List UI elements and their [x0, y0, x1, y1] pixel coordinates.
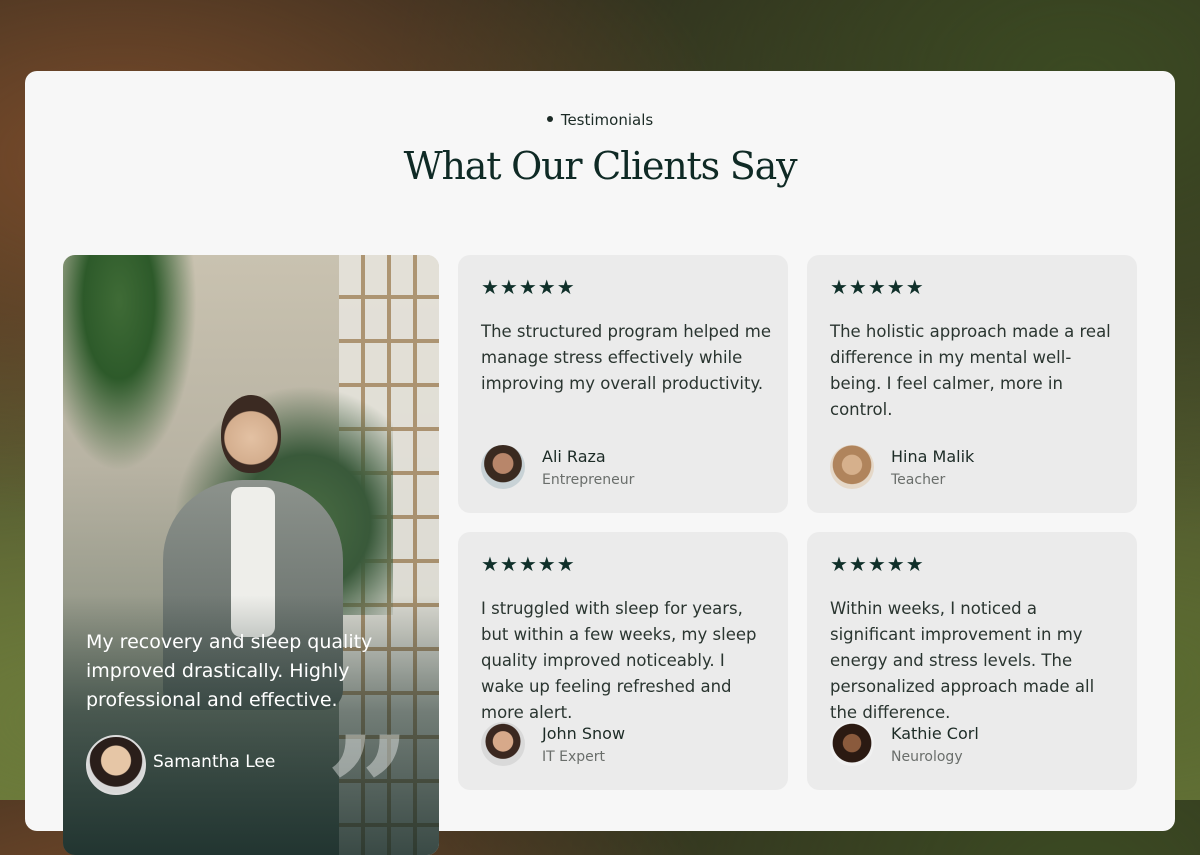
- testimonial-quote: The holistic approach made a real differ…: [830, 322, 1111, 419]
- client-name: Hina Malik: [891, 447, 975, 466]
- star-rating: ★★★★★: [830, 552, 925, 576]
- client-name: Kathie Corl: [891, 724, 979, 743]
- avatar: [481, 722, 525, 766]
- section-title: What Our Clients Say: [403, 144, 798, 188]
- client-name: Ali Raza: [542, 447, 606, 466]
- avatar: [830, 445, 874, 489]
- testimonial-card: ★★★★★ The structured program helped me m…: [458, 255, 788, 513]
- featured-avatar: [86, 735, 146, 795]
- eyebrow-label: Testimonials: [560, 111, 654, 129]
- client-name: John Snow: [542, 724, 626, 743]
- star-rating: ★★★★★: [481, 552, 576, 576]
- section-eyebrow: Testimonials: [25, 111, 1175, 129]
- featured-quote: My recovery and sleep quality improved d…: [86, 631, 373, 711]
- testimonial-card: ★★★★★ The holistic approach made a real …: [807, 255, 1137, 513]
- client-role: Teacher: [891, 472, 946, 488]
- quote-icon: ”: [325, 704, 412, 855]
- avatar: [830, 722, 874, 766]
- avatar: [481, 445, 525, 489]
- star-rating: ★★★★★: [830, 275, 925, 299]
- client-role: Entrepreneur: [542, 472, 635, 488]
- client-role: IT Expert: [542, 749, 606, 765]
- client-role: Neurology: [891, 749, 963, 765]
- meditating-woman-head: [221, 395, 281, 473]
- testimonials-panel: Testimonials What Our Clients Say My rec…: [25, 71, 1175, 855]
- testimonial-card: ★★★★★ Within weeks, I noticed a signific…: [807, 532, 1137, 790]
- testimonial-quote: I struggled with sleep for years, but wi…: [481, 599, 757, 722]
- testimonial-card: ★★★★★ I struggled with sleep for years, …: [458, 532, 788, 790]
- star-rating: ★★★★★: [481, 275, 576, 299]
- bullet-dot-icon: [546, 115, 553, 122]
- featured-testimonial: My recovery and sleep quality improved d…: [63, 255, 439, 855]
- featured-name: Samantha Lee: [153, 752, 276, 772]
- testimonial-quote: Within weeks, I noticed a significant im…: [830, 599, 1095, 722]
- testimonial-quote: The structured program helped me manage …: [481, 322, 771, 393]
